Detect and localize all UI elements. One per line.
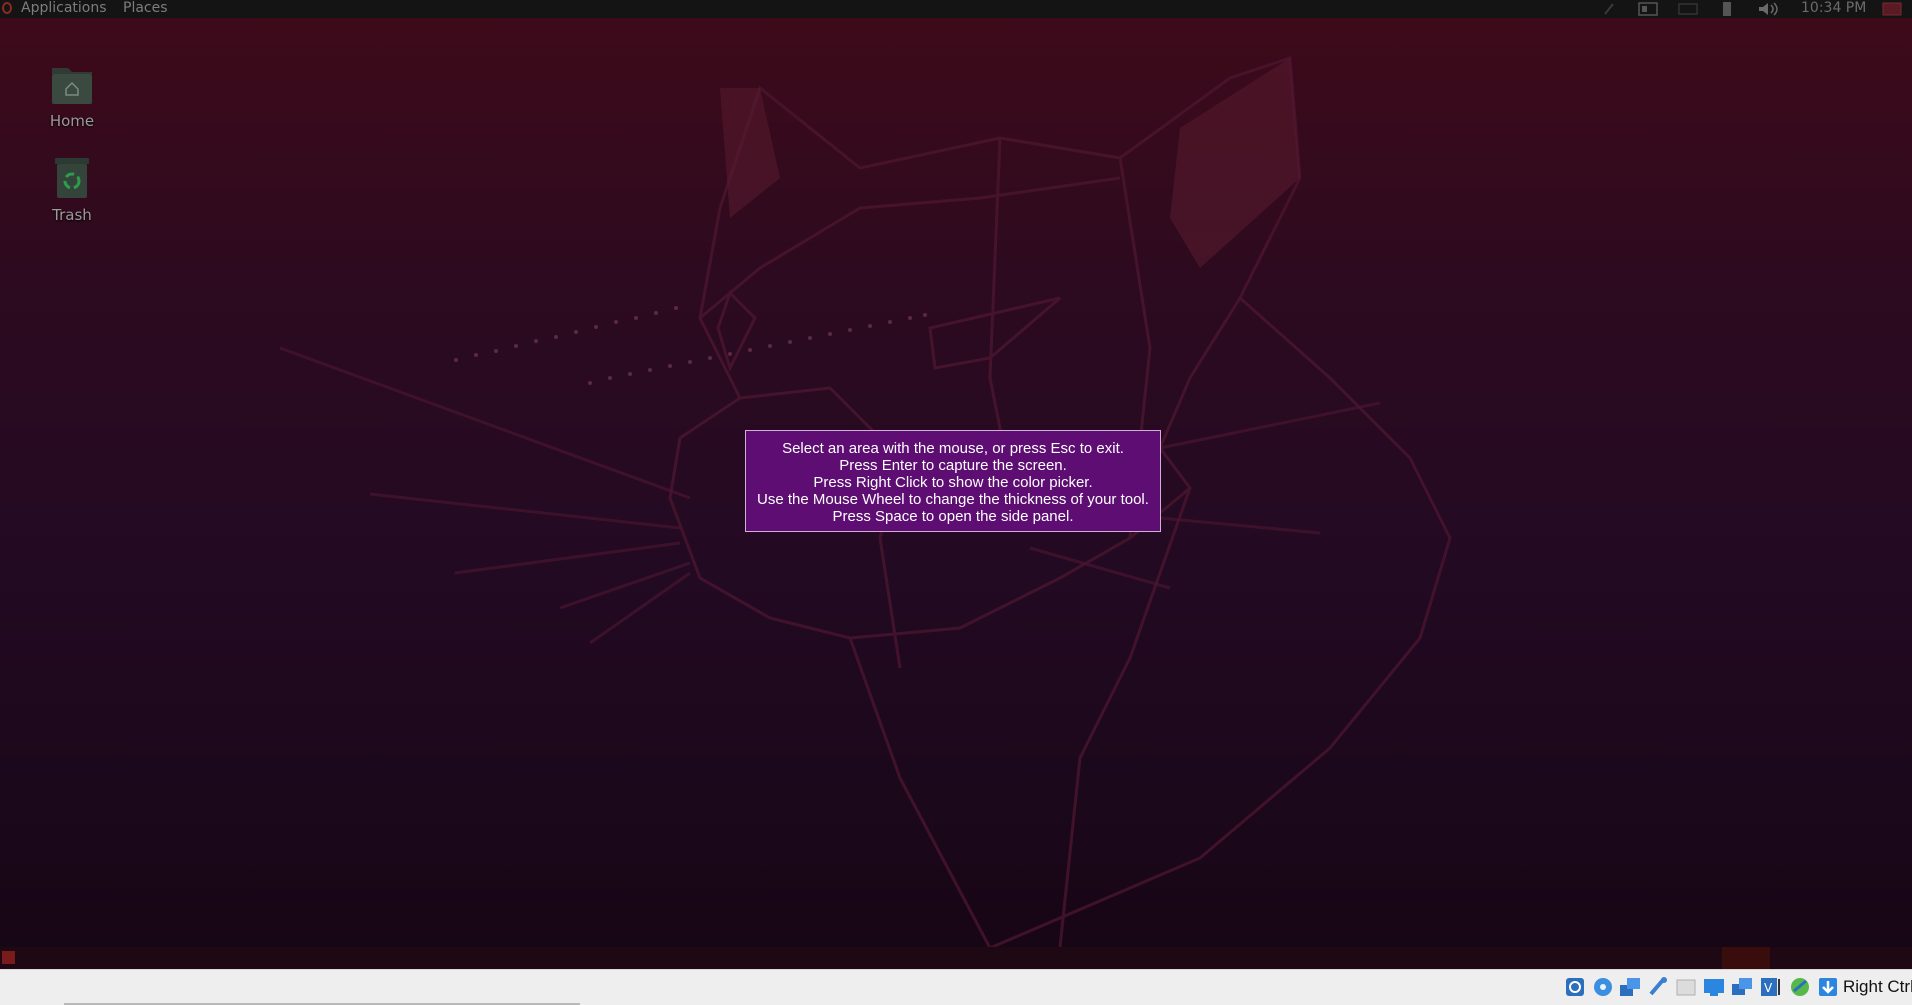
battery-icon[interactable] <box>1721 2 1733 16</box>
volume-icon[interactable] <box>1758 2 1780 16</box>
virtualbox-status-bar: V Right Ctrl <box>0 969 1912 1005</box>
screenshot-capture-help-box: Select an area with the mouse, or press … <box>745 430 1161 532</box>
display-icon[interactable] <box>1703 976 1725 998</box>
help-line: Press Space to open the side panel. <box>832 508 1074 525</box>
pen-icon[interactable] <box>1603 2 1615 16</box>
home-folder-icon <box>50 62 94 106</box>
places-menu[interactable]: Places <box>123 0 168 17</box>
help-line: Select an area with the mouse, or press … <box>782 440 1124 457</box>
clock[interactable]: 10:34 PM <box>1801 0 1866 17</box>
mouse-integration-icon[interactable] <box>1789 976 1811 998</box>
desktop-icon-trash[interactable]: Trash <box>27 156 117 224</box>
distro-logo-icon[interactable] <box>2 2 12 14</box>
hard-disk-icon[interactable] <box>1564 976 1586 998</box>
desktop-icon-label: Trash <box>52 206 92 224</box>
show-desktop-button[interactable] <box>2 951 15 964</box>
usb-icon[interactable] <box>1647 976 1669 998</box>
desktop-icon-home[interactable]: Home <box>27 62 117 130</box>
bottom-panel <box>0 947 1912 969</box>
trash-icon <box>50 156 94 200</box>
applications-menu[interactable]: Applications <box>21 0 107 17</box>
svg-text:V: V <box>1764 981 1773 995</box>
help-line: Press Enter to capture the screen. <box>839 457 1067 474</box>
keyboard-capture-icon[interactable] <box>1817 976 1839 998</box>
help-line: Press Right Click to show the color pick… <box>813 474 1093 491</box>
virtualization-icon[interactable]: V <box>1759 976 1781 998</box>
desktop-icon-label: Home <box>49 112 95 130</box>
shared-folders-icon[interactable] <box>1675 976 1697 998</box>
host-key-label: Right Ctrl <box>1843 977 1912 996</box>
network-icon[interactable] <box>1619 976 1641 998</box>
help-line: Use the Mouse Wheel to change the thickn… <box>757 491 1149 508</box>
session-menu-icon[interactable] <box>1882 2 1902 16</box>
optical-drive-icon[interactable] <box>1592 976 1614 998</box>
top-panel: Applications Places 10:34 PM <box>0 0 1912 18</box>
desktop-screen: Applications Places 10:34 PM Home Trash … <box>0 0 1912 1005</box>
workspace-switcher[interactable] <box>1722 947 1770 969</box>
network-tray-icon[interactable] <box>1638 2 1658 16</box>
keyboard-tray-icon[interactable] <box>1678 2 1698 16</box>
video-capture-icon[interactable] <box>1731 976 1753 998</box>
